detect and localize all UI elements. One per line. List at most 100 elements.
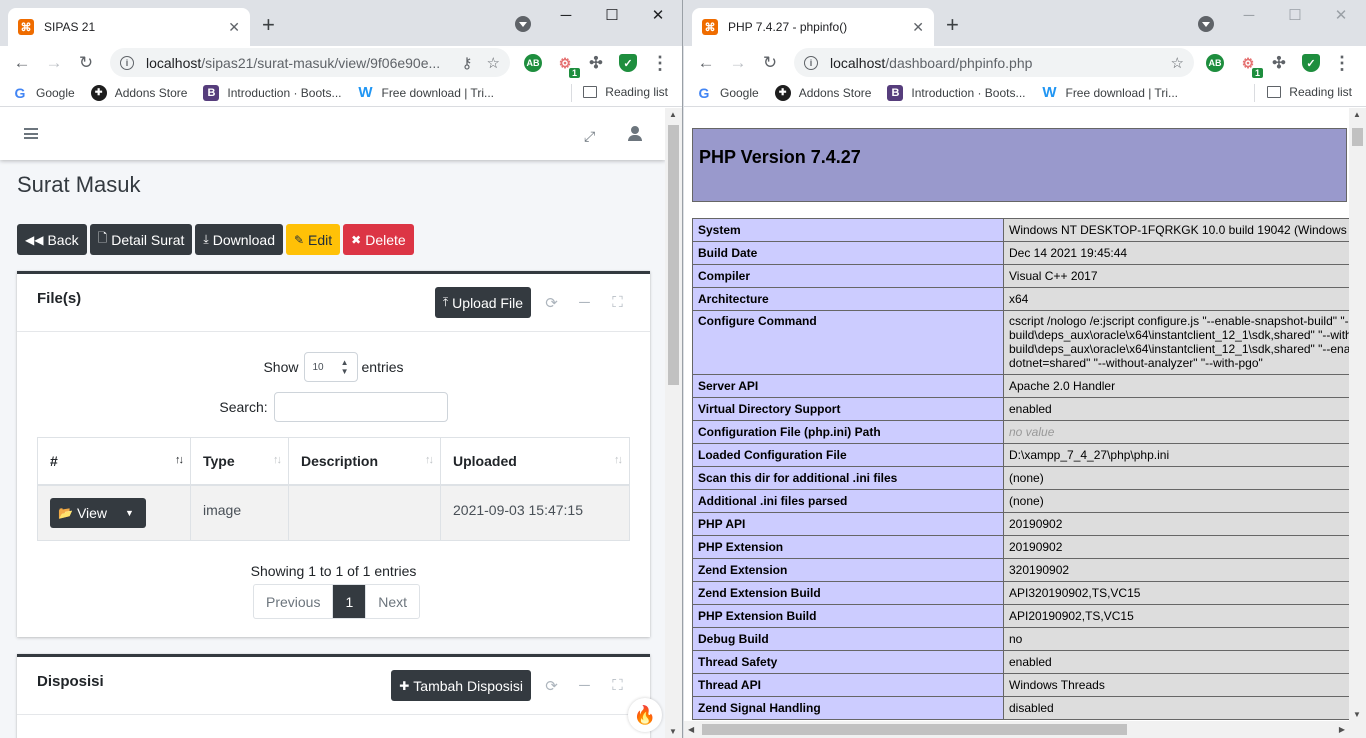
scroll-down-icon[interactable]: ▼ [669, 727, 677, 736]
shield-extension-icon[interactable]: ✓ [619, 54, 637, 72]
cell-action: 📂 View ▼ [37, 484, 191, 541]
disposisi-card-header: Disposisi ✚ Tambah Disposisi ⟳ ─ ⛶ [17, 657, 650, 715]
site-info-icon[interactable]: i [804, 55, 818, 70]
new-tab-button[interactable]: + [262, 14, 275, 36]
search-input[interactable] [273, 392, 448, 422]
tab-close-icon[interactable]: ✕ [912, 19, 924, 36]
entries-length-select[interactable]: 10 ▲ ▼ [303, 352, 358, 382]
forward-nav-icon[interactable]: → [722, 53, 754, 73]
tab-search-icon[interactable] [515, 16, 531, 32]
user-icon[interactable] [628, 126, 642, 142]
scroll-right-icon[interactable]: ▶ [1339, 725, 1345, 734]
upload-file-button[interactable]: ⤒ Upload File [434, 287, 531, 318]
new-tab-button[interactable]: + [946, 14, 959, 36]
minimize-icon[interactable]: ─ [1226, 7, 1272, 24]
bookmark-addons[interactable]: ✚ Addons Store [774, 84, 871, 101]
tab-phpinfo[interactable]: ⌘ PHP 7.4.27 - phpinfo() ✕ [692, 8, 934, 46]
bookmark-star-icon[interactable]: ☆ [1171, 54, 1184, 72]
delete-button[interactable]: ✖ Delete [343, 224, 414, 255]
url-text[interactable]: localhost/sipas21/surat-masuk/view/9f06e… [146, 55, 448, 71]
bookmark-star-icon[interactable]: ☆ [487, 54, 500, 72]
column-header-description[interactable]: Description ↑↓ [288, 437, 441, 486]
shield-extension-icon[interactable]: ✓ [1302, 54, 1320, 72]
bookmark-free-download[interactable]: W Free download | Tri... [1041, 84, 1178, 101]
app-navbar: ⤢ [0, 108, 665, 160]
url-text[interactable]: localhost/dashboard/phpinfo.php [830, 55, 1157, 71]
maximize-icon[interactable]: ☐ [589, 6, 635, 24]
tab-sipas[interactable]: ⌘ SIPAS 21 ✕ [8, 8, 250, 46]
edit-button[interactable]: ✎ Edit [285, 224, 341, 255]
browser-menu-icon[interactable]: ⋮ [1333, 53, 1351, 73]
reading-list-button[interactable]: Reading list [1267, 85, 1352, 99]
collapse-icon[interactable]: ─ [568, 677, 601, 694]
view-dropdown-button[interactable]: 📂 View ▼ [50, 497, 146, 528]
back-nav-icon[interactable]: ← [690, 53, 722, 73]
back-nav-icon[interactable]: ← [6, 53, 38, 73]
hamburger-menu-icon[interactable] [24, 128, 38, 139]
key-icon[interactable]: ⚷ [462, 54, 473, 72]
fullscreen-icon[interactable]: ⤢ [584, 128, 595, 145]
phpinfo-row: PHP Extension Build API20190902,TS,VC15 [692, 604, 1366, 628]
phpinfo-value: API320190902,TS,VC15 [1003, 581, 1366, 605]
maximize-card-icon[interactable]: ⛶ [601, 677, 634, 694]
horizontal-scrollbar[interactable]: ◀ ▶ [684, 721, 1349, 738]
browser-menu-icon[interactable]: ⋮ [651, 53, 669, 73]
bookmark-bootstrap[interactable]: B Introduction · Boots... [203, 84, 341, 101]
page-scrollbar[interactable]: ▲ ▼ [1349, 108, 1366, 738]
pagination-previous[interactable]: Previous [254, 585, 334, 618]
detail-surat-button[interactable]: 🗋 Detail Surat [89, 224, 193, 255]
caret-down-icon[interactable]: ▼ [115, 508, 146, 518]
scrollbar-thumb[interactable] [668, 125, 679, 385]
extension-icon[interactable]: ⚙ 1 [1239, 54, 1263, 78]
bookmark-addons[interactable]: ✚ Addons Store [90, 84, 187, 101]
maximize-icon[interactable]: ☐ [1272, 6, 1318, 24]
adblock-extension-icon[interactable]: AB [524, 54, 542, 72]
forward-nav-icon[interactable]: → [38, 53, 70, 73]
close-window-icon[interactable]: ✕ [635, 6, 681, 24]
tab-search-icon[interactable] [1198, 16, 1214, 32]
table-info: Showing 1 to 1 of 1 entries [250, 563, 417, 579]
scroll-down-icon[interactable]: ▼ [1353, 710, 1361, 719]
tab-close-icon[interactable]: ✕ [228, 19, 240, 36]
extensions-puzzle-icon[interactable]: ✣ [587, 54, 605, 72]
scrollbar-thumb[interactable] [1352, 128, 1363, 146]
scroll-up-icon[interactable]: ▲ [669, 110, 677, 119]
pagination-page-1[interactable]: 1 [333, 585, 367, 618]
bookmark-free-download[interactable]: W Free download | Tri... [357, 84, 494, 101]
tambah-disposisi-button[interactable]: ✚ Tambah Disposisi [391, 670, 531, 701]
reading-list-button[interactable]: Reading list [583, 85, 668, 99]
adblock-extension-icon[interactable]: AB [1206, 54, 1224, 72]
reload-icon[interactable]: ↻ [754, 53, 786, 73]
reload-icon[interactable]: ↻ [70, 53, 102, 73]
page-scrollbar[interactable]: ▲ ▼ [665, 108, 682, 738]
refresh-icon[interactable]: ⟳ [535, 677, 568, 695]
bookmark-bootstrap[interactable]: B Introduction · Boots... [887, 84, 1025, 101]
minimize-icon[interactable]: ─ [543, 7, 589, 24]
column-header-uploaded[interactable]: Uploaded ↑↓ [440, 437, 630, 486]
phpinfo-key: PHP API [692, 512, 1004, 536]
download-button[interactable]: ⤓ Download [195, 224, 283, 255]
maximize-card-icon[interactable]: ⛶ [601, 294, 634, 311]
pagination-next[interactable]: Next [366, 585, 419, 618]
codeigniter-flame-icon[interactable]: 🔥 [628, 698, 662, 732]
bookmark-google[interactable]: G Google [12, 85, 75, 101]
phpinfo-row: Configuration File (php.ini) Path no valu… [692, 420, 1366, 444]
horizontal-scrollbar-thumb[interactable] [702, 724, 1127, 735]
extension-icon[interactable]: ⚙ 1 [556, 54, 580, 78]
column-header-type[interactable]: Type ↑↓ [190, 437, 289, 486]
refresh-icon[interactable]: ⟳ [535, 294, 568, 312]
back-button[interactable]: ◀◀ Back [17, 224, 87, 255]
phpinfo-row: Server API Apache 2.0 Handler [692, 374, 1366, 398]
address-bar[interactable]: i localhost/sipas21/surat-masuk/view/9f0… [110, 48, 510, 77]
column-header-number[interactable]: # ↑↓ [37, 437, 191, 486]
scroll-up-icon[interactable]: ▲ [1353, 110, 1361, 119]
phpinfo-key: Build Date [692, 241, 1004, 265]
collapse-icon[interactable]: ─ [568, 294, 601, 311]
close-window-icon[interactable]: ✕ [1318, 6, 1364, 24]
bookmark-google[interactable]: G Google [696, 85, 759, 101]
site-info-icon[interactable]: i [120, 55, 134, 70]
scroll-left-icon[interactable]: ◀ [688, 725, 694, 734]
cell-type: image [190, 484, 289, 541]
extensions-puzzle-icon[interactable]: ✣ [1270, 54, 1288, 72]
address-bar[interactable]: i localhost/dashboard/phpinfo.php ☆ [794, 48, 1194, 77]
